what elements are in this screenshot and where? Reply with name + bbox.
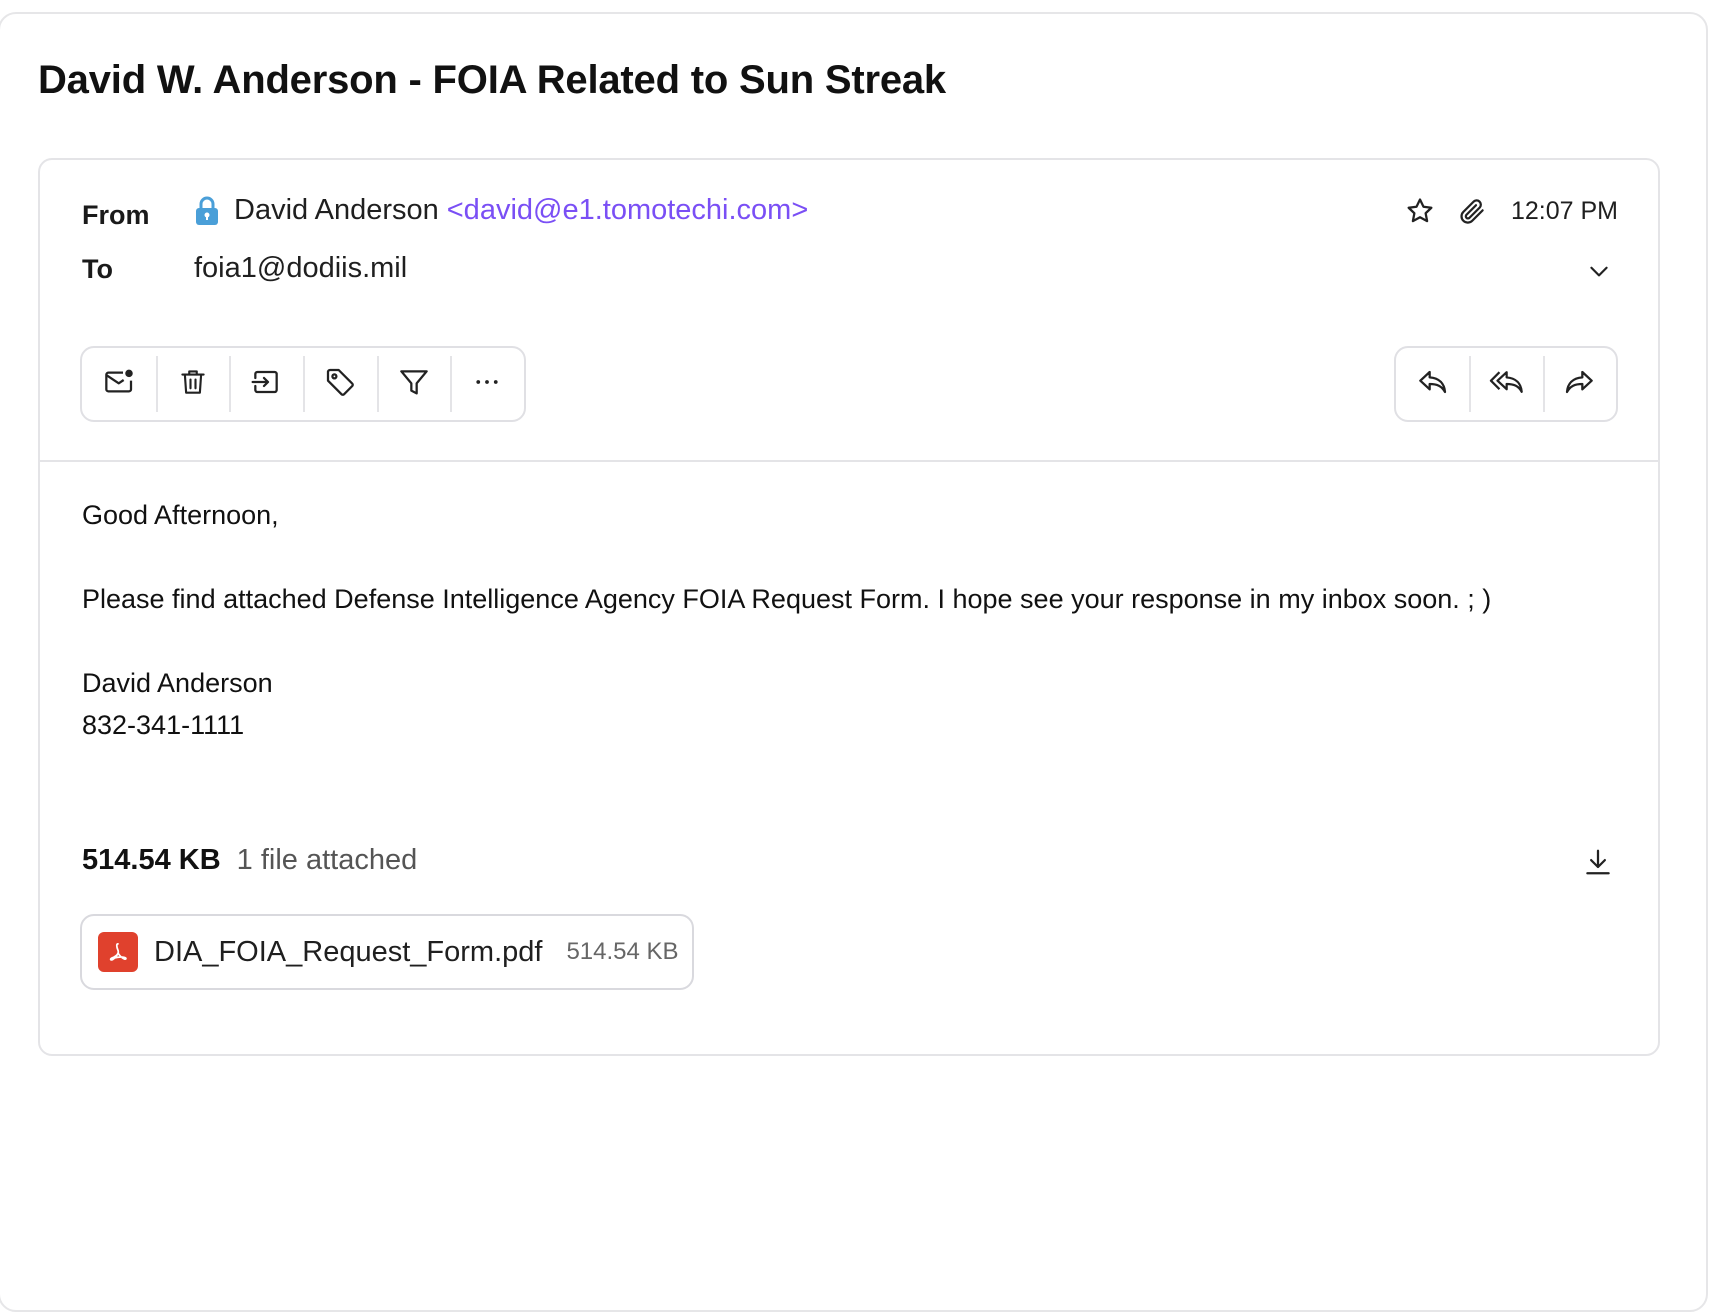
attachment-file-size: 514.54 KB: [566, 938, 679, 965]
message-actions-toolbar: [80, 346, 526, 422]
header-divider: [40, 460, 1658, 462]
tag-button[interactable]: [303, 348, 377, 420]
filter-icon: [398, 366, 430, 403]
download-icon[interactable]: [1580, 844, 1616, 880]
sender-email[interactable]: <david@e1.tomotechi.com>: [447, 194, 809, 227]
attachment-file-name[interactable]: DIA_FOIA_Request_Form.pdf: [154, 936, 542, 969]
chevron-down-icon[interactable]: [1584, 256, 1614, 286]
more-icon: [472, 367, 502, 402]
move-button[interactable]: [229, 348, 303, 420]
sender-name[interactable]: David Anderson: [234, 194, 439, 227]
lock-icon: [194, 196, 220, 226]
signature-name: David Anderson: [82, 668, 273, 698]
attachments-count: 1 file attached: [236, 844, 418, 876]
from-label: From: [82, 200, 150, 230]
attachments-total-size: 514.54 KB: [82, 844, 221, 876]
body-paragraph: Please find attached Defense Intelligenc…: [82, 584, 1492, 614]
message-time: 12:07 PM: [1510, 196, 1618, 225]
move-icon: [250, 366, 282, 403]
more-button[interactable]: [450, 348, 524, 420]
reply-toolbar: [1394, 346, 1618, 422]
mark-unread-button[interactable]: [82, 348, 156, 420]
reply-all-button[interactable]: [1469, 348, 1542, 420]
forward-icon: [1563, 366, 1595, 403]
email-subject: David W. Anderson - FOIA Related to Sun …: [38, 58, 946, 102]
delete-button[interactable]: [155, 348, 230, 420]
signature-phone: 832-341-1111: [82, 710, 245, 740]
tag-icon: [324, 366, 356, 403]
filter-button[interactable]: [376, 348, 451, 420]
attachment-chip[interactable]: DIA_FOIA_Request_Form.pdf 514.54 KB: [80, 914, 694, 990]
message-meta: 12:07 PM: [1403, 194, 1618, 228]
mark-unread-icon: [103, 366, 135, 403]
pdf-icon: [98, 932, 138, 972]
sender: David Anderson <david@e1.tomotechi.com>: [194, 194, 808, 227]
attachments-summary: 514.54 KB 1 file attached: [82, 844, 417, 877]
reply-button[interactable]: [1396, 348, 1469, 420]
star-icon[interactable]: [1403, 194, 1437, 228]
reply-all-icon: [1489, 366, 1523, 403]
forward-button[interactable]: [1542, 348, 1616, 420]
body-greeting: Good Afternoon,: [82, 500, 279, 530]
reply-icon: [1417, 366, 1449, 403]
trash-icon: [178, 367, 208, 402]
paperclip-icon[interactable]: [1455, 194, 1489, 228]
email-card: From David Anderson <david@e1.tomotechi.…: [38, 158, 1660, 1056]
to-label: To: [82, 254, 113, 284]
recipient[interactable]: foia1@dodiis.mil: [194, 252, 407, 285]
